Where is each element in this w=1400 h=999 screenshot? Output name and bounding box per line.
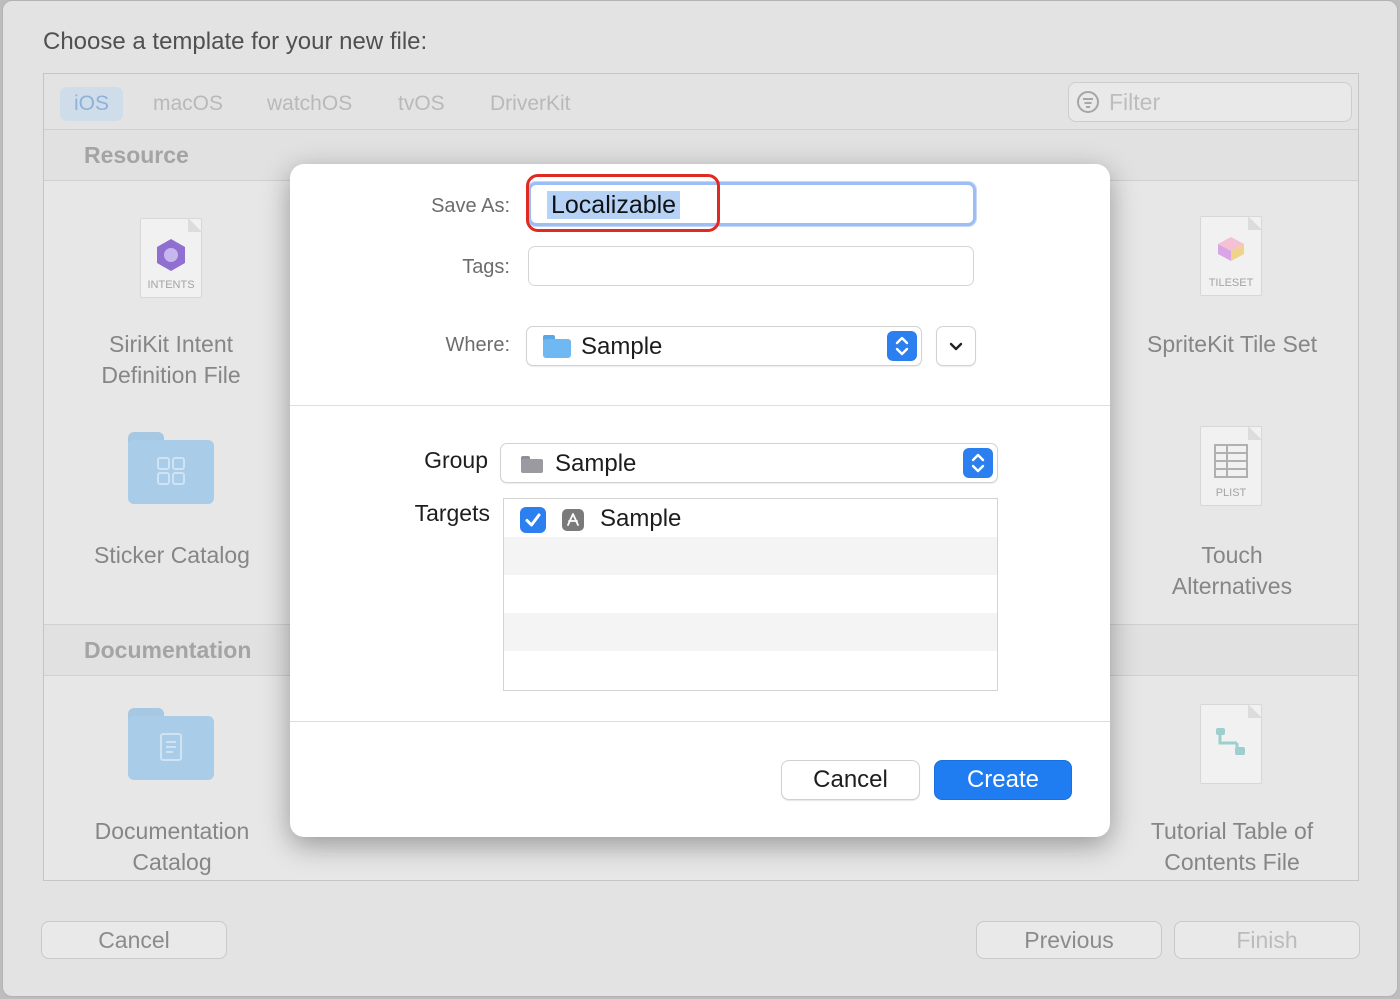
platform-tab-bar: iOS macOS watchOS tvOS DriverKit Filter <box>44 74 1358 129</box>
annotation-highlight <box>526 174 720 232</box>
tileset-icon-caption: TILESET <box>1208 277 1254 289</box>
tile-sirikit-intent[interactable]: SiriKit Intent Definition File <box>41 329 301 391</box>
documentation-folder-icon <box>128 708 214 780</box>
tile-label-line: SiriKit Intent <box>109 331 233 357</box>
window-heading: Choose a template for your new file: <box>43 28 428 55</box>
divider <box>290 405 1110 406</box>
previous-button[interactable]: Previous <box>976 921 1162 959</box>
tile-label-line: Catalog <box>132 849 212 875</box>
tags-field[interactable] <box>528 246 974 286</box>
where-popup[interactable]: Sample <box>526 326 922 366</box>
tutorial-file-icon <box>1200 704 1262 784</box>
empty-row <box>504 613 997 651</box>
filter-placeholder: Filter <box>1109 89 1161 115</box>
empty-row <box>504 575 997 613</box>
targets-list: Sample <box>503 498 998 691</box>
tab-macos[interactable]: macOS <box>139 87 237 121</box>
cancel-button[interactable]: Cancel <box>781 760 920 800</box>
folder-icon <box>543 335 571 358</box>
plist-icon-caption: PLIST <box>1215 487 1247 499</box>
tile-touch-alternatives[interactable]: Touch Alternatives <box>1102 540 1362 602</box>
intents-file-icon: INTENTS <box>140 218 202 298</box>
empty-row <box>504 537 997 575</box>
popup-stepper-icon <box>963 448 993 478</box>
tile-label-line: Alternatives <box>1171 573 1293 599</box>
target-row[interactable]: Sample <box>504 499 997 537</box>
tile-sticker-catalog[interactable]: Sticker Catalog <box>42 540 302 571</box>
tab-tvos[interactable]: tvOS <box>384 87 459 121</box>
tile-label-line: Sticker Catalog <box>94 542 250 568</box>
targets-label: Targets <box>414 500 490 526</box>
where-value: Sample <box>581 333 663 360</box>
tile-label-line: Definition File <box>101 362 241 388</box>
target-name: Sample <box>600 505 682 532</box>
section-title-resource: Resource <box>84 142 189 168</box>
sticker-folder-icon <box>128 432 214 504</box>
tile-spritekit-tile-set[interactable]: SpriteKit Tile Set <box>1102 329 1362 360</box>
tileset-file-icon: TILESET <box>1200 216 1262 296</box>
tile-label-line: Contents File <box>1164 849 1300 875</box>
save-dialog: Save As: Localizable Tags: Where: Sample… <box>290 164 1110 837</box>
tab-driverkit[interactable]: DriverKit <box>476 87 585 121</box>
create-button[interactable]: Create <box>934 760 1072 800</box>
intents-icon-caption: INTENTS <box>147 279 195 291</box>
expand-button[interactable] <box>936 326 976 366</box>
group-value: Sample <box>555 450 637 477</box>
tile-label-line: Documentation <box>94 818 250 844</box>
tags-label: Tags: <box>462 256 510 278</box>
window-cancel-button[interactable]: Cancel <box>41 921 227 959</box>
tile-documentation-catalog[interactable]: Documentation Catalog <box>42 816 302 878</box>
section-title-documentation: Documentation <box>84 637 252 663</box>
popup-stepper-icon <box>887 331 917 361</box>
divider <box>290 721 1110 722</box>
folder-icon <box>521 456 543 473</box>
target-checkbox[interactable] <box>520 507 546 533</box>
filter-field[interactable]: Filter <box>1068 82 1352 122</box>
checkmark-icon <box>525 513 541 527</box>
where-label: Where: <box>445 334 510 356</box>
tab-ios[interactable]: iOS <box>60 87 124 121</box>
group-popup[interactable]: Sample <box>500 443 998 483</box>
group-label: Group <box>424 447 488 473</box>
tile-tutorial-table-of-contents[interactable]: Tutorial Table of Contents File <box>1102 816 1362 878</box>
tile-label-line: SpriteKit Tile Set <box>1146 331 1318 357</box>
save-as-label: Save As: <box>431 195 510 217</box>
tile-label-line: Touch <box>1201 542 1263 568</box>
filter-icon <box>1077 91 1099 113</box>
tab-watchos[interactable]: watchOS <box>253 87 366 121</box>
app-target-icon <box>562 509 584 531</box>
plist-file-icon: PLIST <box>1200 426 1262 506</box>
chevron-down-icon <box>949 342 963 351</box>
finish-button[interactable]: Finish <box>1174 921 1360 959</box>
empty-row <box>504 651 997 689</box>
tile-label-line: Tutorial Table of <box>1150 818 1314 844</box>
